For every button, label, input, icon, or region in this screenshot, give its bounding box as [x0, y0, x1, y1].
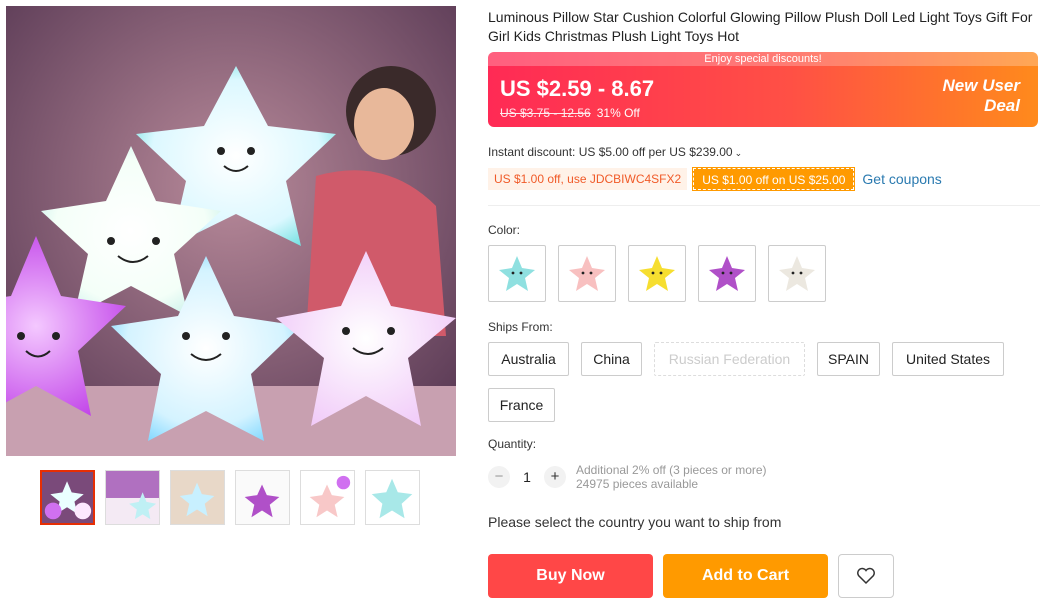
discount-percent: 31% Off: [596, 106, 640, 120]
ship-option-china[interactable]: China: [581, 342, 642, 376]
ship-option-france[interactable]: France: [488, 388, 555, 422]
color-options: [488, 245, 826, 302]
new-user-line2: Deal: [984, 96, 1020, 115]
color-option-white[interactable]: [768, 245, 826, 302]
thumbnail-strip: [40, 470, 420, 525]
store-coupon[interactable]: US $1.00 off on US $25.00: [692, 167, 856, 191]
quantity-increase-button[interactable]: +: [544, 466, 566, 488]
bulk-discount-text: Additional 2% off (3 pieces or more): [576, 463, 767, 477]
thumbnail-5[interactable]: [300, 470, 355, 525]
quantity-stepper: − 1 + Additional 2% off (3 pieces or mor…: [488, 463, 767, 491]
coupons-row: US $1.00 off, use JDCBIWC4SFX2 US $1.00 …: [488, 167, 942, 191]
ships-from-label: Ships From:: [488, 320, 553, 334]
quantity-decrease-button[interactable]: −: [488, 466, 510, 488]
original-price: US $3.75 - 12.56: [500, 106, 591, 120]
quantity-info: Additional 2% off (3 pieces or more) 249…: [576, 463, 767, 491]
product-title: Luminous Pillow Star Cushion Colorful Gl…: [488, 9, 1033, 44]
thumbnail-3[interactable]: [170, 470, 225, 525]
color-option-yellow[interactable]: [628, 245, 686, 302]
color-option-purple[interactable]: [698, 245, 756, 302]
wishlist-button[interactable]: [838, 554, 894, 598]
color-label: Color:: [488, 223, 521, 237]
ship-option-australia[interactable]: Australia: [488, 342, 569, 376]
pieces-available-text: 24975 pieces available: [576, 477, 699, 491]
price-banner: Enjoy special discounts! US $2.59 - 8.67…: [488, 52, 1038, 127]
quantity-label: Quantity:: [488, 437, 537, 451]
purchase-actions: Buy Now Add to Cart: [488, 554, 894, 598]
divider: [488, 205, 1040, 206]
thumbnail-1[interactable]: [40, 470, 95, 525]
heart-icon: [857, 567, 875, 585]
banner-top-text: Enjoy special discounts!: [488, 52, 1038, 66]
main-product-image[interactable]: [6, 6, 456, 456]
color-option-teal[interactable]: [488, 245, 546, 302]
thumbnail-2[interactable]: [105, 470, 160, 525]
code-coupon[interactable]: US $1.00 off, use JDCBIWC4SFX2: [488, 168, 688, 190]
new-user-line1: New User: [942, 76, 1020, 95]
ship-option-russian-federation: Russian Federation: [654, 342, 805, 376]
new-user-deal-badge: New User Deal: [943, 76, 1020, 116]
color-option-pink[interactable]: [558, 245, 616, 302]
ship-option-spain[interactable]: SPAIN: [817, 342, 880, 376]
instant-discount[interactable]: Instant discount: US $5.00 off per US $2…: [488, 145, 742, 159]
add-to-cart-button[interactable]: Add to Cart: [663, 554, 828, 598]
quantity-input[interactable]: 1: [510, 469, 544, 485]
instant-discount-text: Instant discount: US $5.00 off per US $2…: [488, 145, 733, 159]
ship-country-notice: Please select the country you want to sh…: [488, 514, 782, 530]
thumbnail-6[interactable]: [365, 470, 420, 525]
product-photo: [6, 6, 456, 456]
chevron-down-icon: ⌄: [734, 148, 743, 158]
buy-now-button[interactable]: Buy Now: [488, 554, 653, 598]
price-original: US $3.75 - 12.56 31% Off: [500, 106, 640, 120]
ship-option-united-states[interactable]: United States: [892, 342, 1004, 376]
get-coupons-link[interactable]: Get coupons: [862, 171, 941, 187]
thumbnail-4[interactable]: [235, 470, 290, 525]
current-price: US $2.59 - 8.67: [500, 76, 655, 101]
